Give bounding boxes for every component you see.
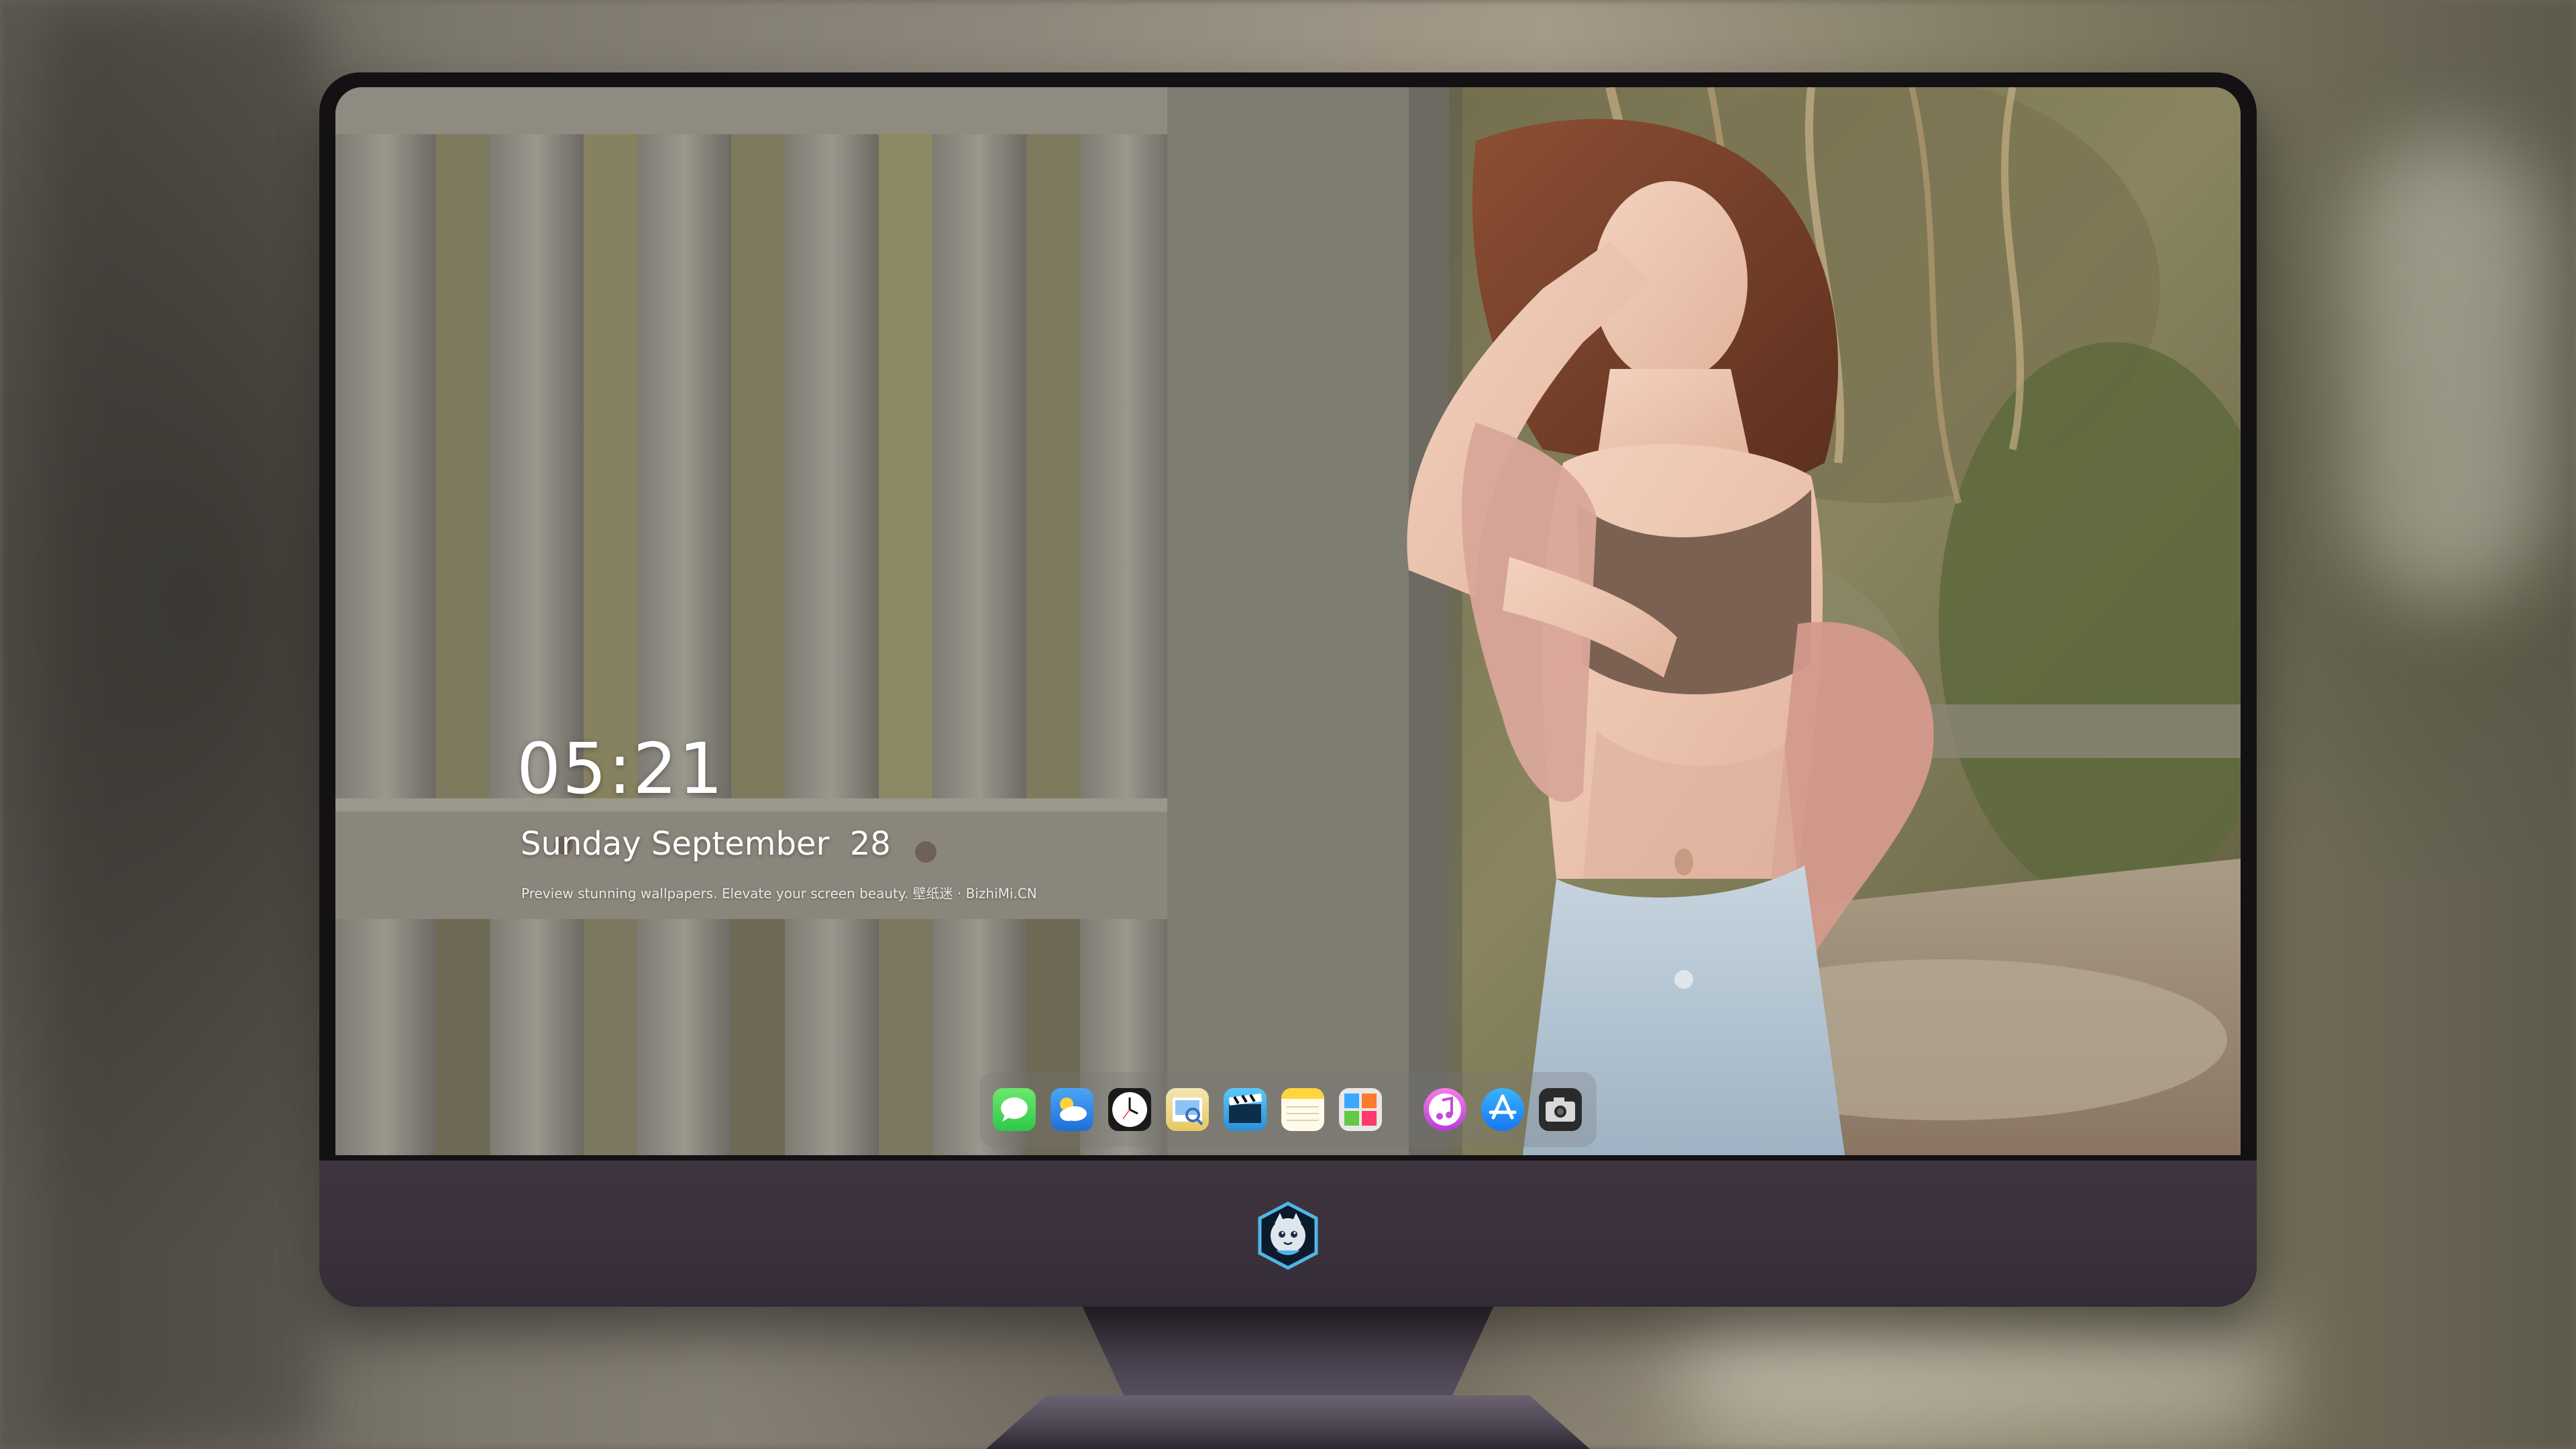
desktop-mockup: 05:21 Sunday September 28 Preview stunni…: [0, 0, 2576, 1449]
camera-icon[interactable]: [1539, 1088, 1582, 1131]
wallpaper-image: [335, 87, 2241, 1155]
clock-icon[interactable]: [1108, 1088, 1151, 1131]
messages-icon[interactable]: [993, 1088, 1036, 1131]
preview-icon[interactable]: [1166, 1088, 1209, 1131]
monitor-stand-base: [986, 1395, 1590, 1449]
dock: [979, 1072, 1597, 1147]
mascot-logo-icon: [1258, 1201, 1318, 1270]
notes-icon[interactable]: [1281, 1088, 1324, 1131]
lock-screen-time: 05:21: [517, 728, 724, 810]
background-pillar: [40, 0, 322, 1449]
photo-booth-icon[interactable]: [1339, 1088, 1382, 1131]
wallpaper-tagline: Preview stunning wallpapers. Elevate you…: [521, 885, 1037, 902]
monitor-screen: 05:21 Sunday September 28 Preview stunni…: [335, 87, 2241, 1155]
background-light: [2348, 134, 2549, 604]
lock-screen-date: Sunday September 28: [521, 825, 891, 863]
monitor-stand-neck: [1080, 1301, 1496, 1409]
weather-icon[interactable]: [1051, 1088, 1093, 1131]
clips-icon[interactable]: [1224, 1088, 1267, 1131]
itunes-icon[interactable]: [1424, 1088, 1466, 1131]
background-light: [1677, 1308, 2281, 1442]
app-store-icon[interactable]: [1481, 1088, 1524, 1131]
